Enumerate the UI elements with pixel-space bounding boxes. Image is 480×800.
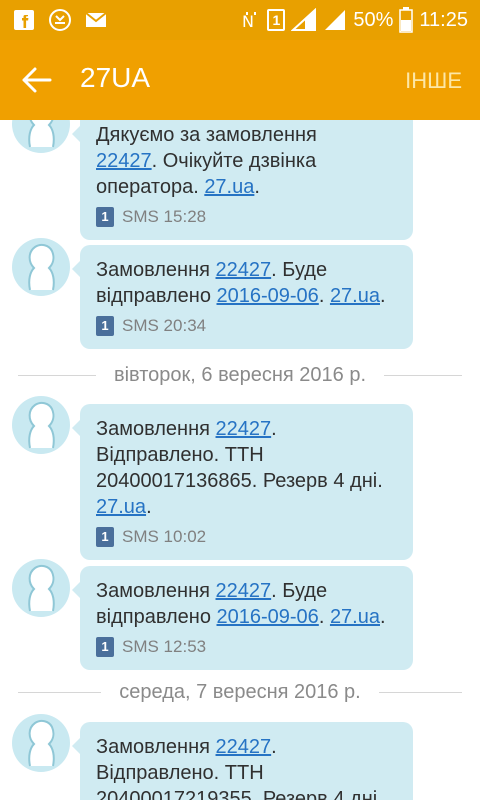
signal-icon: [291, 8, 317, 31]
facebook-icon: [14, 10, 34, 30]
message-text-line: .: [271, 736, 277, 758]
more-button[interactable]: ІНШЕ: [405, 68, 462, 94]
sim1-icon: 1: [96, 637, 114, 657]
status-system: N 1 50% 11:25: [241, 0, 468, 40]
sim1-icon: 1: [96, 527, 114, 547]
message-text-line: Відправлено. ТТН: [96, 762, 264, 784]
message-text-line: 20400017219355. Резерв 4 дні: [96, 788, 378, 800]
message-text-line: . Буде: [271, 259, 328, 281]
message-text-line: 20400017136865. Резерв 4 дні.: [96, 470, 383, 492]
sim-icon: 1: [267, 9, 286, 31]
missed-call-icon: [49, 9, 71, 31]
order-link[interactable]: 22427: [216, 418, 272, 440]
message-time: SMS 12:53: [122, 637, 207, 656]
message-text-line: відправлено: [96, 606, 217, 628]
order-link[interactable]: 22427: [216, 736, 272, 758]
message-text-line: .: [254, 176, 260, 198]
date-separator: вівторок, 6 вересня 2016 р.: [0, 360, 480, 390]
date-label: середа, 7 вересня 2016 р.: [119, 680, 361, 703]
email-icon: [85, 12, 107, 27]
message-text-line: Замовлення: [96, 418, 216, 440]
site-link[interactable]: 27.ua: [96, 496, 146, 518]
avatar[interactable]: [12, 714, 70, 772]
sim1-icon: 1: [96, 316, 114, 336]
message-time: SMS 20:34: [122, 316, 207, 335]
message-meta: 1 SMS 12:53: [96, 634, 401, 660]
message-text-line: .: [146, 496, 152, 518]
app-bar: 27UA ІНШЕ: [0, 40, 480, 120]
status-notifications: [12, 8, 108, 32]
message-text: Замовлення 22427. Буде відправлено 2016-…: [96, 257, 401, 309]
site-link[interactable]: 27.ua: [330, 285, 380, 307]
divider: [18, 374, 96, 376]
message-text-line: .: [380, 285, 386, 307]
message-text: Замовлення 22427. Відправлено. ТТН 20400…: [96, 416, 401, 520]
message-text-line: Замовлення: [96, 736, 216, 758]
date-link[interactable]: 2016-09-06: [217, 606, 319, 628]
message-text-line: .: [318, 606, 330, 628]
date-label: вівторок, 6 вересня 2016 р.: [113, 363, 367, 386]
message-time: SMS 10:02: [122, 527, 207, 546]
divider: [378, 691, 463, 693]
divider: [384, 374, 462, 376]
message-text-line: .: [318, 285, 330, 307]
message-text: Дякуємо за замовлення 22427. Очікуйте дз…: [96, 122, 401, 200]
date-separator: середа, 7 вересня 2016 р.: [0, 677, 480, 707]
message-text-line: Замовлення: [96, 580, 216, 602]
avatar[interactable]: [12, 120, 70, 153]
mute-icon: N: [242, 12, 257, 31]
message-bubble[interactable]: Замовлення 22427. Буде відправлено 2016-…: [72, 566, 413, 670]
clock: 11:25: [419, 8, 468, 31]
sim1-icon: 1: [96, 207, 114, 227]
message-text: Замовлення 22427. Буде відправлено 2016-…: [96, 578, 401, 630]
message-text-line: .: [271, 418, 277, 440]
site-link[interactable]: 27.ua: [330, 606, 380, 628]
message-meta: 1 SMS 10:02: [96, 524, 401, 550]
order-link[interactable]: 22427: [216, 259, 272, 281]
signal-icon-2: [325, 10, 346, 30]
message-text-line: відправлено: [96, 285, 217, 307]
message-meta: 1 SMS 20:34: [96, 313, 401, 339]
date-link[interactable]: 2016-09-06: [217, 285, 319, 307]
battery-percent: 50%: [353, 8, 394, 31]
contact-placeholder-icon: [28, 243, 55, 291]
divider: [18, 691, 102, 693]
message-bubble[interactable]: Замовлення 22427. Відправлено. ТТН 20400…: [72, 404, 413, 560]
message-meta: 1 SMS 15:28: [96, 204, 401, 230]
message-list[interactable]: Дякуємо за замовлення 22427. Очікуйте дз…: [0, 120, 480, 800]
contact-placeholder-icon: [28, 120, 55, 148]
site-link[interactable]: 27.ua: [204, 176, 254, 198]
battery-icon: [399, 7, 414, 33]
message-text-line: . Очікуйте дзвінка: [151, 150, 317, 172]
order-link[interactable]: 22427: [96, 150, 152, 172]
back-arrow-icon[interactable]: [20, 66, 52, 94]
contact-placeholder-icon: [28, 719, 55, 767]
conversation-title: 27UA: [80, 62, 151, 93]
order-link[interactable]: 22427: [216, 580, 272, 602]
message-text-line: Відправлено. ТТН: [96, 444, 264, 466]
contact-placeholder-icon: [28, 564, 55, 612]
message-text-line: .: [380, 606, 386, 628]
message-bubble[interactable]: Дякуємо за замовлення 22427. Очікуйте дз…: [72, 120, 413, 240]
avatar[interactable]: [12, 396, 70, 454]
message-bubble[interactable]: Замовлення 22427. Відправлено. ТТН 20400…: [72, 722, 413, 800]
message-text-line: Дякуємо за замовлення: [96, 124, 317, 146]
message-bubble[interactable]: Замовлення 22427. Буде відправлено 2016-…: [72, 245, 413, 349]
avatar[interactable]: [12, 238, 70, 296]
message-text: Замовлення 22427. Відправлено. ТТН 20400…: [96, 734, 401, 800]
message-text-line: . Буде: [271, 580, 328, 602]
message-text-line: Замовлення: [96, 259, 216, 281]
status-bar: N 1 50% 11:25: [0, 0, 480, 40]
message-text-line: оператора.: [96, 176, 205, 198]
message-time: SMS 15:28: [122, 207, 207, 226]
avatar[interactable]: [12, 559, 70, 617]
contact-placeholder-icon: [28, 401, 55, 449]
